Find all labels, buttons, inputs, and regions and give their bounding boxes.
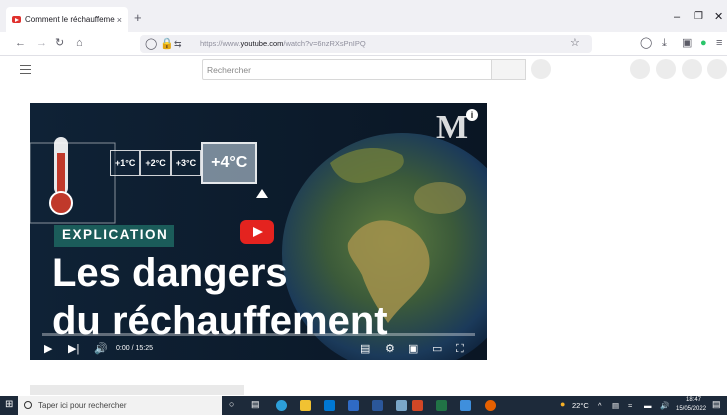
permissions-icon[interactable]: ⇆	[174, 37, 182, 51]
apps-button[interactable]	[656, 59, 676, 79]
temp-label-highlight: +4°C	[201, 142, 258, 184]
subtitles-icon[interactable]: ▤	[360, 342, 370, 356]
browser-navbar: ← → ↻ ⌂ ◯ 🔒 ⇆ https://www.youtube.com/wa…	[0, 32, 727, 56]
info-icon[interactable]: i	[466, 109, 478, 121]
weather-temperature[interactable]: 22°C	[572, 401, 589, 410]
headline-line-2: du réchauffement	[52, 299, 388, 343]
url-domain: youtube.com	[240, 39, 284, 48]
le-monde-logo: M	[436, 109, 469, 146]
volume-icon[interactable]: 🔊	[94, 342, 108, 356]
notifications-icon[interactable]: ▤	[712, 399, 721, 410]
tray-wifi-icon[interactable]: ≈	[628, 401, 632, 410]
time-display: 0:00 / 15:25	[116, 345, 153, 352]
url-path: /watch?v=6nzRXsPnIPQ	[283, 39, 366, 48]
fullscreen-icon[interactable]: ⛶	[456, 342, 464, 356]
windows-taskbar: ⊞ Taper ici pour rechercher ○ ▤ ● 22°C ^…	[0, 396, 727, 415]
browser-tab-strip: Comment le réchauffement cli × + – ❐ ✕	[0, 0, 727, 32]
title-placeholder	[30, 385, 244, 395]
video-player[interactable]: +1°C +2°C +3°C +4°C EXPLICATION Les dang…	[30, 103, 487, 360]
photos-icon[interactable]	[460, 400, 471, 411]
word-icon[interactable]	[372, 400, 383, 411]
hamburger-menu-icon[interactable]	[20, 65, 31, 74]
temp-label-2: +2°C	[140, 150, 171, 176]
clock-time[interactable]: 18:47	[686, 397, 701, 403]
youtube-masthead: Rechercher	[0, 57, 727, 83]
home-icon[interactable]: ⌂	[76, 36, 83, 50]
extension-icon[interactable]: ●	[700, 36, 707, 50]
temp-label-1: +1°C	[110, 150, 141, 176]
search-icon	[24, 401, 32, 409]
close-window-icon[interactable]: ✕	[714, 12, 723, 23]
minimize-icon[interactable]: –	[674, 12, 680, 23]
tray-volume-icon[interactable]: 🔊	[660, 401, 669, 410]
miniplayer-icon[interactable]: ▣	[408, 342, 418, 356]
next-icon[interactable]: ▶|	[68, 342, 79, 356]
app-icon[interactable]	[396, 400, 407, 411]
progress-bar[interactable]	[42, 333, 475, 336]
powerpoint-icon[interactable]	[412, 400, 423, 411]
new-tab-button[interactable]: +	[134, 11, 142, 24]
back-icon[interactable]: ←	[15, 36, 26, 50]
search-button[interactable]	[492, 59, 526, 80]
youtube-play-logo-icon[interactable]	[240, 220, 274, 244]
avatar[interactable]	[707, 59, 727, 79]
headline-line-1: Les dangers	[52, 251, 288, 295]
clock-date[interactable]: 15/05/2022	[676, 406, 706, 412]
voice-search-button[interactable]	[531, 59, 551, 79]
cortana-icon[interactable]: ○	[229, 399, 234, 409]
forward-icon[interactable]: →	[36, 36, 47, 50]
excel-icon[interactable]	[436, 400, 447, 411]
theater-mode-icon[interactable]: ▭	[432, 342, 442, 356]
tab-title: Comment le réchauffement cli	[25, 15, 115, 24]
edge-icon[interactable]	[276, 400, 287, 411]
browser-tab[interactable]: Comment le réchauffement cli ×	[6, 7, 128, 32]
firefox-icon[interactable]	[485, 400, 496, 411]
notifications-button[interactable]	[682, 59, 702, 79]
pointer-triangle-icon	[256, 189, 268, 198]
file-explorer-icon[interactable]	[300, 400, 311, 411]
explication-tag: EXPLICATION	[54, 225, 175, 247]
temperature-scale: +1°C +2°C +3°C +4°C	[110, 142, 258, 184]
restore-icon[interactable]: ❐	[694, 11, 703, 22]
search-input[interactable]: Rechercher	[202, 59, 492, 80]
address-bar[interactable]: ◯ 🔒 ⇆ https://www.youtube.com/watch?v=6n…	[140, 35, 592, 53]
url-text: https://www.youtube.com/watch?v=6nzRXsPn…	[200, 39, 366, 48]
task-view-icon[interactable]: ▤	[251, 399, 260, 410]
tray-chevron-icon[interactable]: ^	[598, 401, 602, 410]
shield-icon[interactable]: ◯	[145, 37, 157, 51]
settings-gear-icon[interactable]: ⚙	[385, 342, 395, 356]
downloads-icon[interactable]: ⤓	[662, 36, 667, 50]
pocket-icon[interactable]: ◯	[640, 36, 652, 50]
windows-start-icon[interactable]: ⊞	[5, 399, 13, 410]
tray-battery-icon[interactable]: ▬	[644, 401, 652, 410]
mail-icon[interactable]	[348, 400, 359, 411]
bookmark-star-icon[interactable]: ☆	[570, 36, 580, 50]
url-prefix: https://www.	[200, 39, 241, 48]
create-button[interactable]	[630, 59, 650, 79]
taskbar-search-input[interactable]: Taper ici pour rechercher	[18, 396, 222, 415]
weather-sun-icon[interactable]: ●	[560, 399, 565, 409]
store-icon[interactable]	[324, 400, 335, 411]
youtube-favicon-icon	[12, 16, 21, 23]
player-controls: ▶ ▶| 🔊 0:00 / 15:25 ▤ ⚙ ▣ ▭ ⛶	[30, 339, 487, 360]
menu-icon[interactable]: ≡	[716, 36, 722, 50]
screen: Comment le réchauffement cli × + – ❐ ✕ ←…	[0, 0, 727, 415]
play-icon[interactable]: ▶	[44, 342, 52, 356]
temp-label-3: +3°C	[170, 150, 202, 176]
taskbar-search-placeholder: Taper ici pour rechercher	[38, 401, 127, 410]
reload-icon[interactable]: ↻	[55, 36, 64, 50]
tray-network-icon[interactable]: ▤	[612, 401, 619, 410]
sidebar-icon[interactable]: ▣	[682, 36, 692, 50]
tab-close-icon[interactable]: ×	[117, 15, 122, 25]
lock-icon[interactable]: 🔒	[160, 37, 174, 51]
